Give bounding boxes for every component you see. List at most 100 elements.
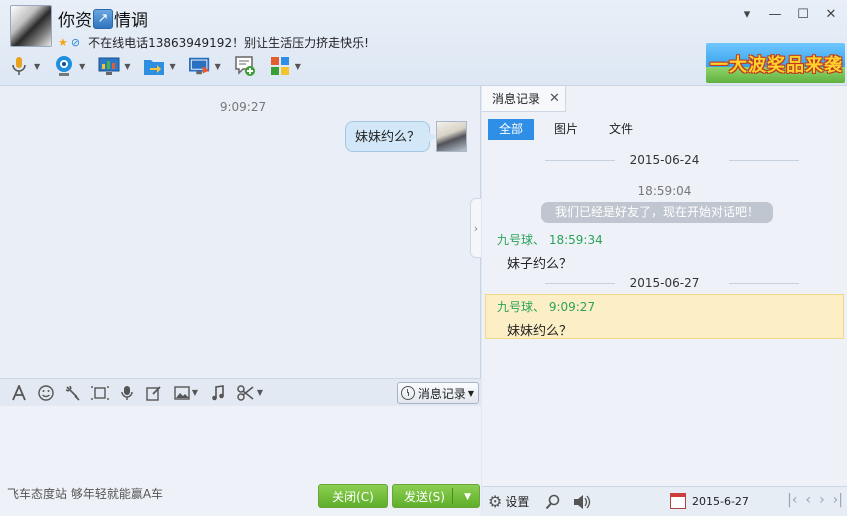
filter-all[interactable]: 全部 xyxy=(488,119,535,140)
history-sender: 九号球、 9:09:27 xyxy=(497,300,596,314)
next-page-icon[interactable]: › xyxy=(819,492,825,508)
sender-avatar[interactable] xyxy=(436,121,467,152)
remote-desktop-button[interactable]: ▼ xyxy=(98,55,130,77)
emoji-icon[interactable] xyxy=(37,384,55,402)
remote-desktop-icon xyxy=(98,55,120,77)
divider xyxy=(452,488,453,504)
date-separator: 2015-06-27 xyxy=(482,276,847,290)
video-call-button[interactable]: ▼ xyxy=(53,55,85,77)
microphone-icon xyxy=(8,55,30,77)
image-icon[interactable]: ▼ xyxy=(172,384,200,402)
clock-icon xyxy=(400,386,415,400)
window-controls: ▾ — ☐ ✕ xyxy=(739,6,839,22)
first-page-icon[interactable]: |‹ xyxy=(787,492,797,508)
menu-dropdown-icon[interactable]: ▾ xyxy=(739,6,755,22)
close-icon[interactable]: ✕ xyxy=(823,6,839,22)
collapse-panel-button[interactable]: › xyxy=(470,198,481,258)
font-icon[interactable] xyxy=(10,384,28,402)
divider xyxy=(545,283,615,284)
scissors-icon[interactable]: ▼ xyxy=(236,384,264,402)
message-time: 9:09:27 xyxy=(219,100,267,114)
edit-icon[interactable] xyxy=(145,384,163,402)
promo-banner[interactable]: 一大波奖品来袭 xyxy=(706,43,845,83)
signature-text: 不在线电话13863949192！别让生活压力挤走快乐! xyxy=(88,36,369,50)
music-icon[interactable] xyxy=(209,384,227,402)
message-input[interactable]: 飞车态度站 够年轻就能赢A车 关闭(C) 发送(S) ▼ xyxy=(0,406,481,516)
history-sender: 九号球、 18:59:34 xyxy=(497,233,603,247)
star-icon: ★ xyxy=(58,36,68,49)
system-notice: 我们已经是好友了，现在开始对话吧！ xyxy=(541,202,773,223)
group-chat-button[interactable] xyxy=(234,55,256,77)
chevron-down-icon[interactable]: ▼ xyxy=(124,62,130,71)
title-part1: 你资 xyxy=(58,11,92,31)
minimize-icon[interactable]: — xyxy=(767,6,783,22)
maximize-icon[interactable]: ☐ xyxy=(795,6,811,22)
file-transfer-icon xyxy=(143,55,165,77)
title-part2: 情调 xyxy=(114,11,148,31)
webcam-icon xyxy=(53,55,75,77)
history-button-label: 消息记录 xyxy=(417,386,466,401)
voice-call-button[interactable]: ▼ xyxy=(8,55,40,77)
new-chat-icon xyxy=(234,55,256,77)
chevron-down-icon[interactable]: ▼ xyxy=(79,62,85,71)
message-area: 9:09:27 妹妹约么？ › xyxy=(0,86,481,378)
divider xyxy=(729,160,799,161)
tab-message-history[interactable]: 消息记录 ✕ xyxy=(482,86,566,112)
screen-share-button[interactable]: ▼ xyxy=(188,55,221,77)
banner-text: 一大波奖品来袭 xyxy=(710,55,843,76)
chevron-right-icon: › xyxy=(473,221,479,235)
date-label: 2015-06-24 xyxy=(629,153,700,167)
divider xyxy=(729,283,799,284)
send-button[interactable]: 发送(S) ▼ xyxy=(392,484,480,508)
prev-page-icon[interactable]: ‹ xyxy=(805,492,811,508)
history-pagination: |‹ ‹ › ›| xyxy=(787,492,843,508)
history-message: 妹妹约么？ xyxy=(507,324,573,339)
date-label: 2015-06-27 xyxy=(629,276,700,290)
qzone-icon[interactable]: ⊘ xyxy=(71,36,80,49)
chevron-down-icon[interactable]: ▼ xyxy=(295,62,301,71)
filter-images[interactable]: 图片 xyxy=(543,119,589,140)
speaker-icon[interactable] xyxy=(573,494,591,510)
close-tab-icon[interactable]: ✕ xyxy=(549,91,560,106)
send-file-button[interactable]: ▼ xyxy=(143,55,176,77)
chevron-down-icon: ▼ xyxy=(467,388,474,398)
calendar-icon[interactable] xyxy=(670,493,686,509)
apps-button[interactable]: ▼ xyxy=(269,55,301,77)
screenshot-icon[interactable] xyxy=(91,384,109,402)
tab-label: 消息记录 xyxy=(492,92,541,106)
shake-icon[interactable] xyxy=(64,384,82,402)
history-panel: 消息记录 ✕ 全部 图片 文件 2015-06-24 18:59:04 我们已经… xyxy=(482,86,847,516)
avatar[interactable] xyxy=(10,5,52,47)
arrow-icon: ↗ xyxy=(93,8,113,29)
chevron-down-icon[interactable]: ▼ xyxy=(34,62,40,71)
history-filters: 全部 图片 文件 xyxy=(488,119,653,140)
settings-label: 设置 xyxy=(505,495,530,509)
signature-row: ★ ⊘ 不在线电话13863949192！别让生活压力挤走快乐! xyxy=(58,34,369,51)
voice-message-icon[interactable] xyxy=(118,384,136,402)
close-button[interactable]: 关闭(C) xyxy=(318,484,388,508)
system-time: 18:59:04 xyxy=(637,184,692,198)
filter-files[interactable]: 文件 xyxy=(598,119,644,140)
header: 你资 ↗ 情调 ★ ⊘ 不在线电话13863949192！别让生活压力挤走快乐!… xyxy=(0,0,847,86)
search-icon[interactable] xyxy=(545,494,561,510)
chevron-down-icon[interactable]: ▼ xyxy=(169,62,175,71)
history-footer: ⚙ 设置 2015-6-27 |‹ ‹ › ›| xyxy=(482,486,847,516)
footer-ad-link[interactable]: 飞车态度站 够年轻就能赢A车 xyxy=(7,485,163,502)
gear-icon: ⚙ xyxy=(488,492,503,511)
settings-button[interactable]: ⚙ 设置 xyxy=(488,492,529,511)
message-history-button[interactable]: 消息记录 ▼ xyxy=(396,382,479,404)
message-bubble: 妹妹约么？ xyxy=(345,121,437,152)
chevron-down-icon[interactable]: ▼ xyxy=(215,62,221,71)
last-page-icon[interactable]: ›| xyxy=(833,492,843,508)
apps-icon xyxy=(269,55,291,77)
send-button-label: 发送(S) xyxy=(404,489,445,504)
input-toolbar: ▼ ▼ 消息记录 ▼ xyxy=(0,378,481,406)
screen-share-icon xyxy=(188,55,211,77)
divider xyxy=(545,160,615,161)
toolbar: ▼ ▼ ▼ ▼ ▼ ▼ xyxy=(8,55,314,77)
send-options-icon[interactable]: ▼ xyxy=(464,485,471,509)
date-picker-value[interactable]: 2015-6-27 xyxy=(692,495,749,508)
date-separator: 2015-06-24 xyxy=(482,153,847,167)
contact-name: 你资 ↗ 情调 xyxy=(58,6,148,31)
history-message: 妹子约么？ xyxy=(507,257,573,272)
